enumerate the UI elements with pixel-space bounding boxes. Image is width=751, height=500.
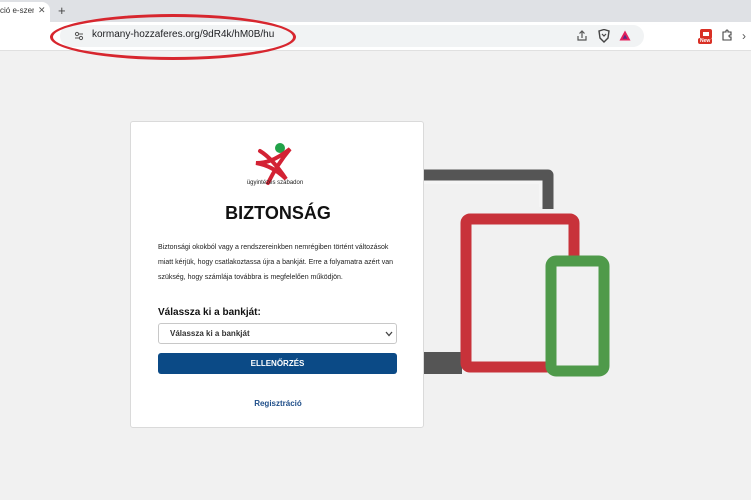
chevron-down-icon xyxy=(385,331,393,337)
phone-frame xyxy=(545,255,610,377)
security-message: Biztonsági okokból vagy a rendszereinkbe… xyxy=(158,244,393,281)
logo-text: ügyintézés szabadon xyxy=(246,180,304,186)
page-title: BIZTONSÁG xyxy=(225,203,331,223)
bank-select-label: Válassza ki a bankját: xyxy=(158,307,261,318)
bank-select[interactable]: Válassza ki a bankját xyxy=(158,323,397,344)
registration-link[interactable]: Regisztráció xyxy=(131,399,425,408)
verify-button[interactable]: ELLENŐRZÉS xyxy=(158,353,397,374)
bank-select-value: Válassza ki a bankját xyxy=(170,329,250,338)
